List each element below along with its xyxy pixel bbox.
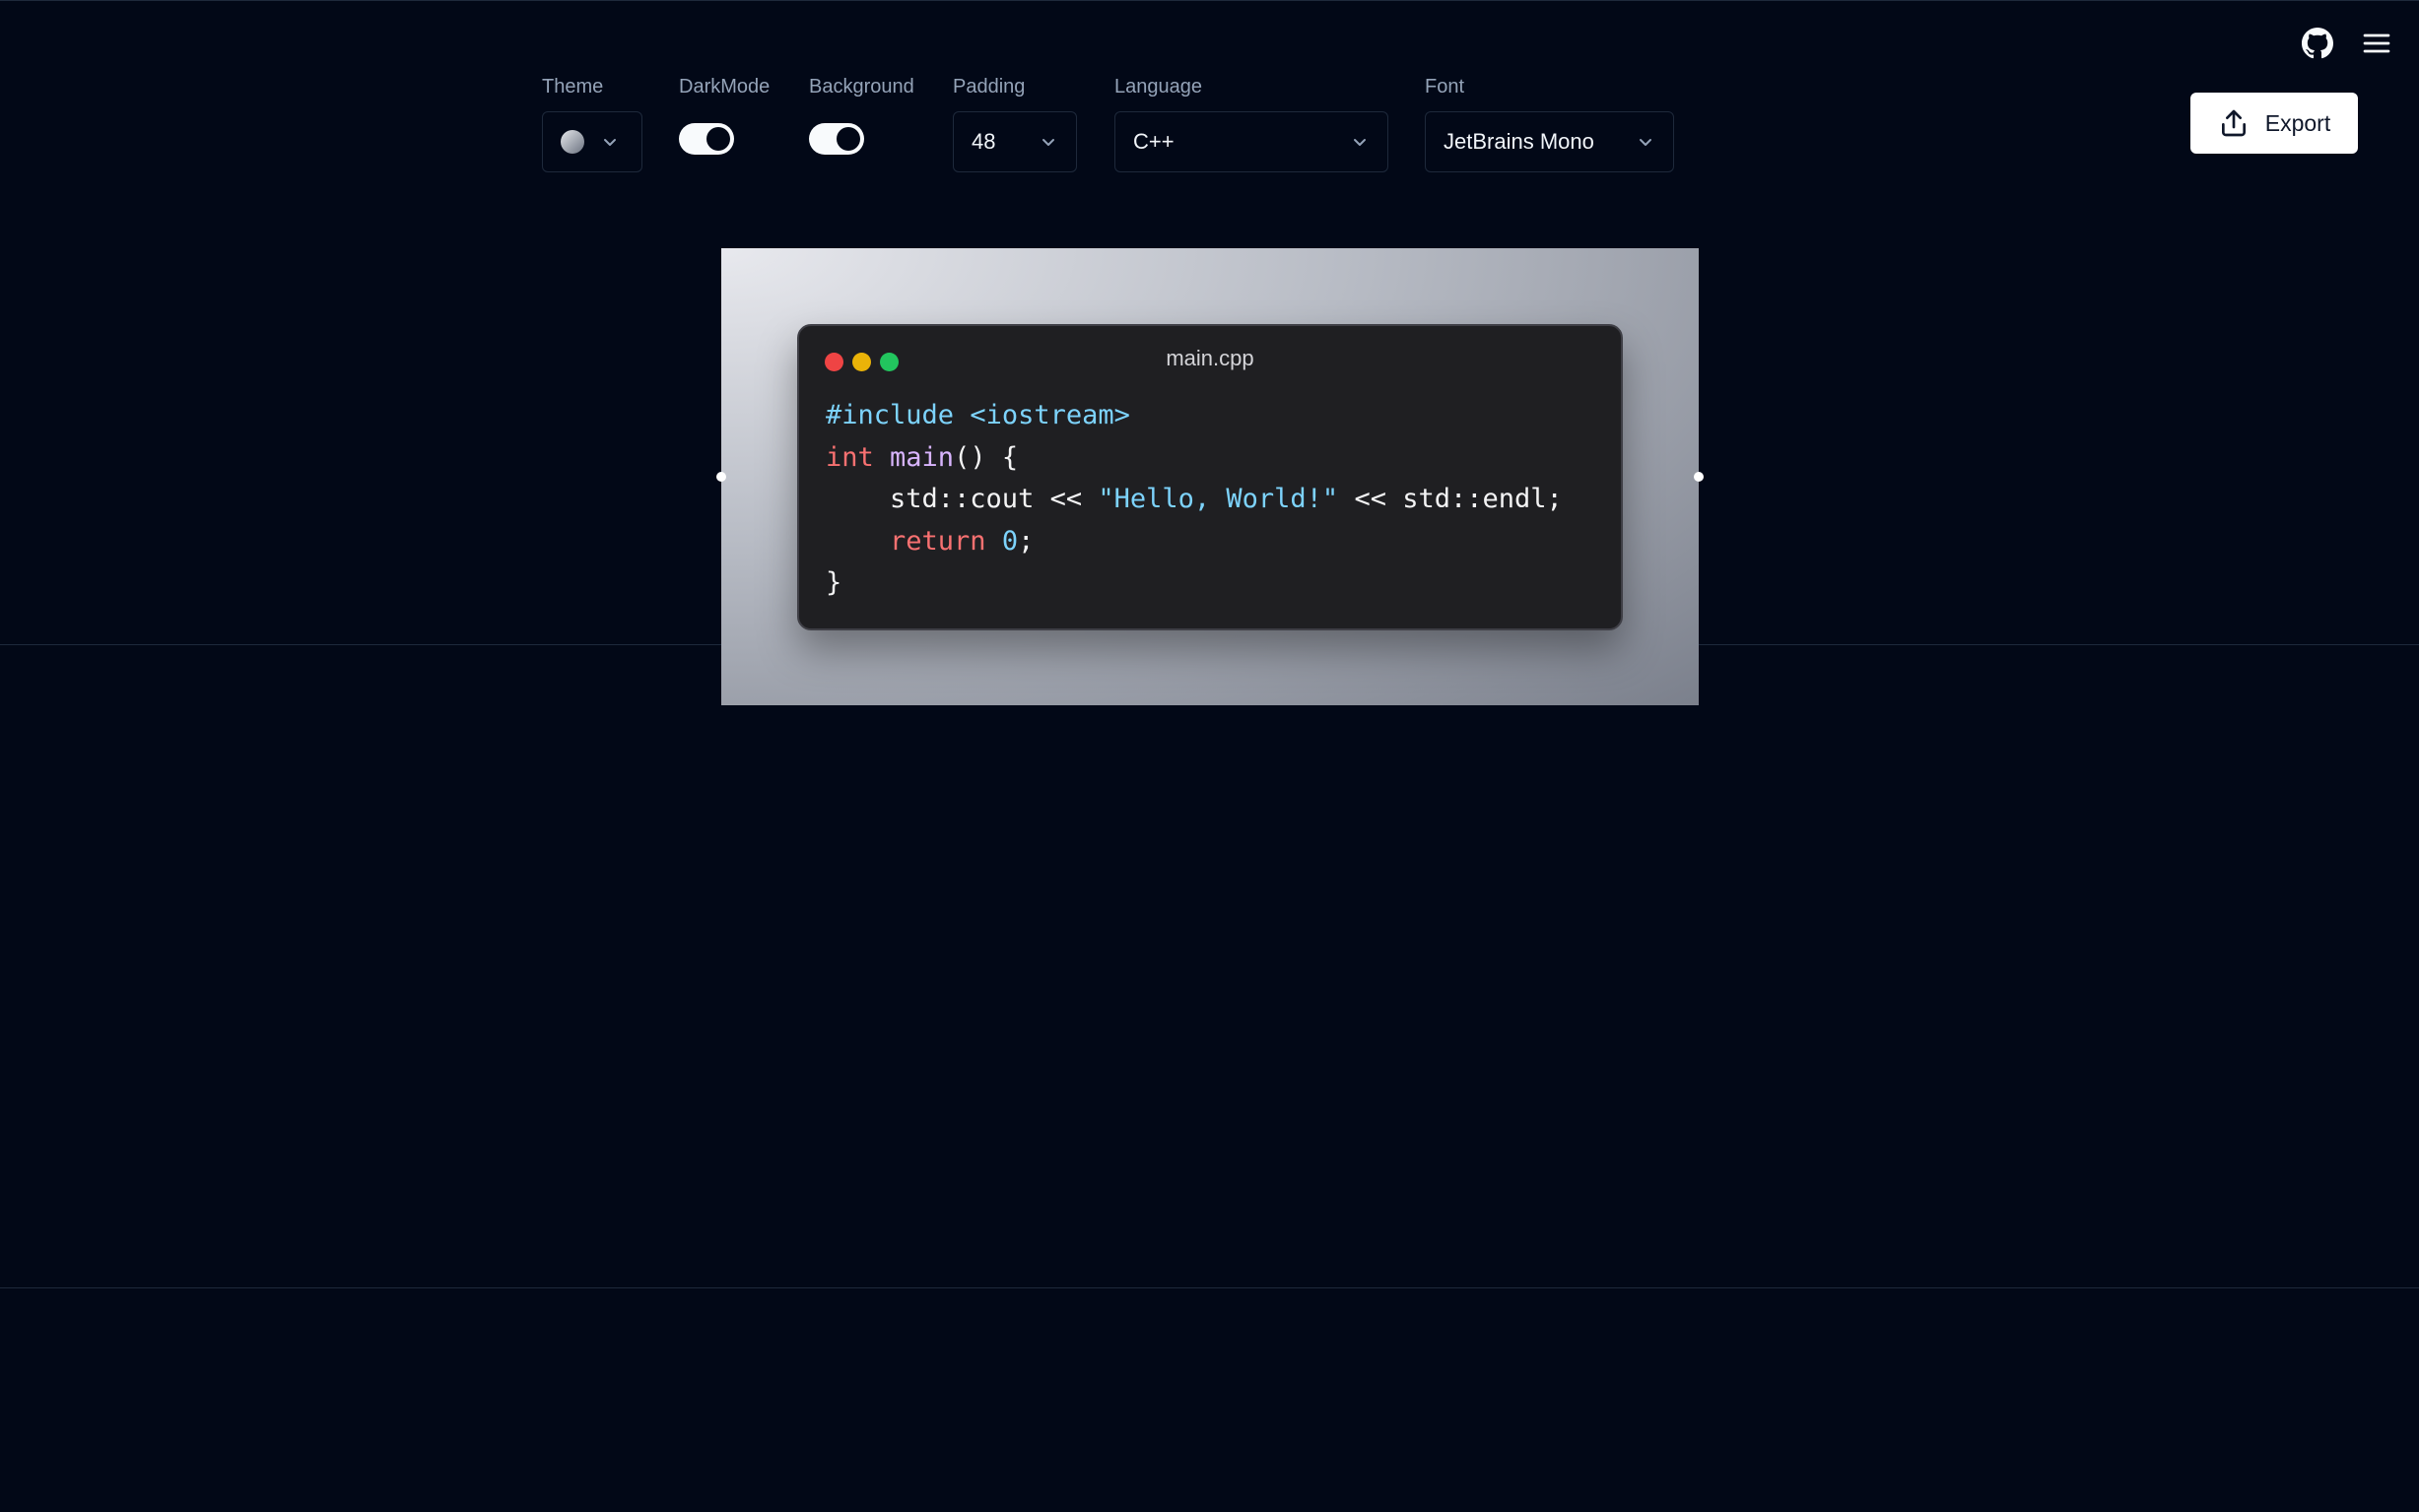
dark-mode-label: DarkMode (679, 76, 771, 98)
code-token: } (826, 567, 842, 598)
font-label: Font (1425, 76, 1465, 98)
theme-swatch (561, 130, 584, 154)
padding-value: 48 (972, 129, 996, 154)
export-icon (2221, 109, 2246, 137)
top-border (0, 0, 2419, 1)
code-token: "Hello, World!" (1098, 484, 1339, 514)
theme-label: Theme (542, 76, 604, 98)
resize-handle-left[interactable] (716, 472, 726, 482)
code-editor[interactable]: #include <iostream> int main() { std::cou… (826, 395, 1563, 605)
export-button[interactable]: Export (2190, 93, 2358, 154)
menu-button[interactable] (2359, 26, 2394, 61)
background-control: Background (809, 75, 914, 155)
language-value: C++ (1133, 129, 1175, 154)
code-token: return (890, 525, 1002, 557)
file-name: main.cpp (1166, 346, 1254, 370)
language-label: Language (1114, 76, 1202, 98)
code-token: std::cout << (826, 484, 1099, 514)
language-select[interactable]: C++ (1114, 111, 1388, 172)
menu-icon (2363, 33, 2390, 53)
chevron-down-icon (604, 139, 616, 146)
code-line: std::cout << "Hello, World!" << std::end… (826, 479, 1563, 521)
theme-select[interactable] (542, 111, 642, 172)
padding-label: Padding (953, 76, 1026, 98)
code-token: main (890, 441, 955, 473)
code-token: int (826, 441, 891, 473)
resize-handle-right[interactable] (1694, 472, 1704, 482)
guide-line (0, 1287, 2419, 1288)
chevron-down-icon (1354, 139, 1366, 146)
background-toggle[interactable] (809, 123, 864, 155)
font-control: Font JetBrains Mono (1425, 75, 1674, 172)
github-link[interactable] (2300, 26, 2335, 61)
dark-mode-toggle[interactable] (679, 123, 734, 155)
code-token: () { (954, 441, 1019, 473)
export-label: Export (2264, 109, 2331, 136)
code-line: return 0; (826, 521, 1563, 563)
theme-control: Theme (542, 75, 642, 172)
code-token: #include (826, 400, 971, 430)
padding-control: Padding 48 (953, 75, 1077, 172)
language-control: Language C++ (1114, 75, 1388, 172)
code-token: ; (1018, 525, 1035, 557)
code-window: main.cpp #include <iostream> int main() {… (797, 324, 1623, 630)
code-frame[interactable]: main.cpp #include <iostream> int main() {… (721, 248, 1699, 705)
background-label: Background (809, 76, 914, 98)
code-token: << std::endl; (1338, 484, 1563, 514)
code-line: int main() { (826, 437, 1563, 480)
padding-select[interactable]: 48 (953, 111, 1077, 172)
code-line: #include <iostream> (826, 395, 1563, 437)
code-token: 0 (1001, 525, 1019, 557)
chevron-down-icon (1042, 139, 1054, 146)
background-toggle-knob (837, 127, 860, 151)
code-line: } (826, 562, 1563, 605)
font-select[interactable]: JetBrains Mono (1425, 111, 1674, 172)
dark-mode-control: DarkMode (679, 75, 771, 155)
app-page: Theme DarkMode Background Padding 48 Lan… (0, 0, 2419, 1512)
chevron-down-icon (1640, 139, 1651, 146)
dark-mode-toggle-knob (706, 127, 730, 151)
github-icon (2302, 28, 2333, 59)
font-value: JetBrains Mono (1444, 129, 1594, 154)
code-token: <iostream> (970, 400, 1130, 430)
